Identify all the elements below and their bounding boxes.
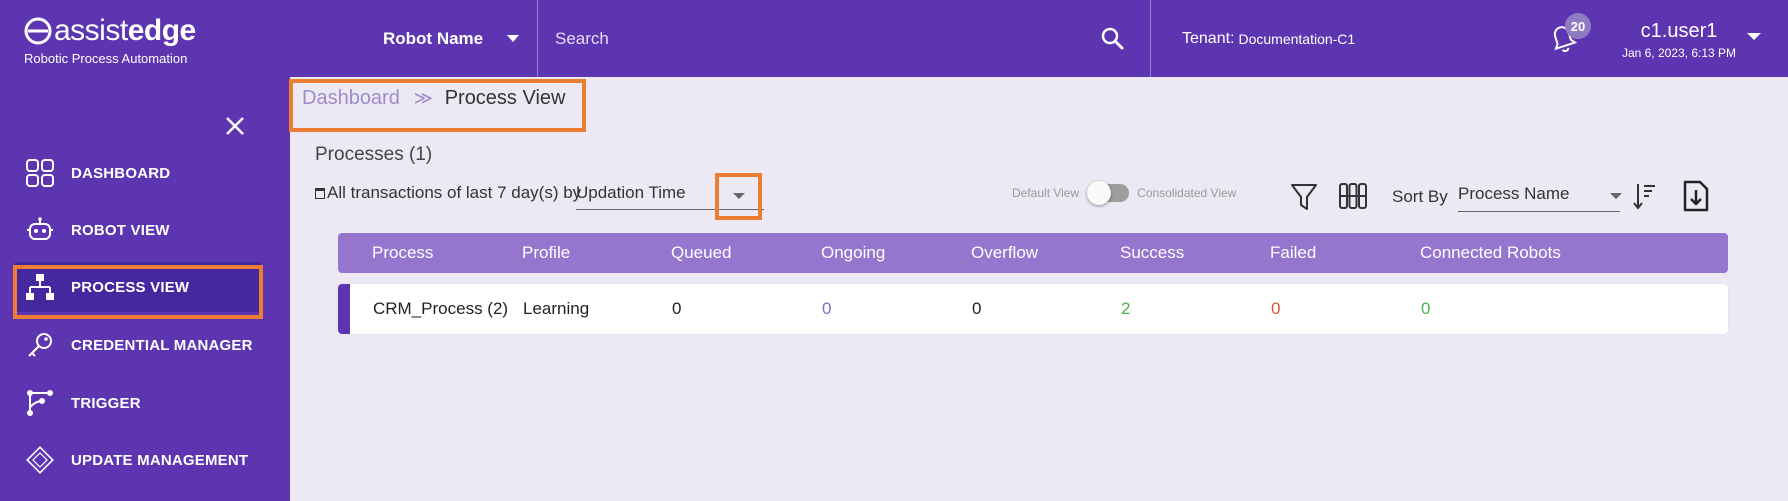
column-header-profile[interactable]: Profile <box>522 233 570 273</box>
close-icon[interactable] <box>224 101 246 145</box>
default-view-label: Default View <box>1012 186 1080 200</box>
logo-tagline: Robotic Process Automation <box>24 51 188 66</box>
sort-field-select[interactable]: Process Name <box>1458 182 1620 212</box>
sort-by-label: Sort By <box>1392 187 1448 206</box>
notification-badge[interactable]: 20 <box>1565 13 1591 39</box>
sort-field-value: Process Name <box>1458 184 1570 203</box>
table-header: Process Profile Queued Ongoing Overflow … <box>338 233 1728 273</box>
cell-failed: 0 <box>1271 299 1281 318</box>
sidebar-item-robot-view[interactable]: ROBOT VIEW <box>15 205 261 255</box>
toggle-knob <box>1087 181 1112 205</box>
trigger-icon <box>25 388 55 418</box>
view-toggle-switch[interactable] <box>1087 181 1130 205</box>
robot-select-label: Robot Name <box>383 28 484 48</box>
sidebar-item-update-management[interactable]: UPDATE MANAGEMENT <box>15 435 261 485</box>
column-header-queued[interactable]: Queued <box>671 233 732 273</box>
cell-connected-robots: 0 <box>1421 299 1431 318</box>
chip-icon <box>25 445 55 475</box>
calendar-icon <box>315 187 325 199</box>
sidebar-item-label: TRIGGER <box>71 394 141 412</box>
sidebar-item-label: UPDATE MANAGEMENT <box>71 451 249 469</box>
filter-text: All transactions of last 7 day(s) by <box>327 183 582 202</box>
chevron-down-icon[interactable] <box>1747 33 1761 40</box>
sidebar-item-credential-manager[interactable]: CREDENTIAL MANAGER <box>15 320 261 370</box>
logo-text-bold: edge <box>127 14 197 47</box>
transactions-filter: All transactions of last 7 day(s) by <box>315 183 581 203</box>
sidebar-item-trigger[interactable]: TRIGGER <box>15 378 261 428</box>
tenant-label: Tenant: <box>1182 29 1235 47</box>
table-row[interactable]: CRM_Process (2) Learning 0 0 0 2 0 0 <box>338 284 1728 334</box>
sidebar-item-label: DASHBOARD <box>71 164 171 182</box>
highlight-box <box>289 79 586 132</box>
sidebar-item-label: ROBOT VIEW <box>71 221 170 239</box>
columns-icon[interactable] <box>1338 182 1368 210</box>
main-content: Dashboard ≫ Process View Processes (1) A… <box>290 77 1788 501</box>
sidebar-item-dashboard[interactable]: DASHBOARD <box>15 148 261 198</box>
sidebar-item-label: CREDENTIAL MANAGER <box>71 336 253 354</box>
cell-profile: Learning <box>523 299 590 318</box>
column-header-success[interactable]: Success <box>1120 233 1184 273</box>
search-bar <box>555 0 1140 77</box>
cell-ongoing: 0 <box>822 299 832 318</box>
cell-queued: 0 <box>672 299 682 318</box>
column-header-overflow[interactable]: Overflow <box>971 233 1038 273</box>
column-header-process[interactable]: Process <box>372 233 433 273</box>
divider <box>1150 0 1151 77</box>
cell-process[interactable]: CRM_Process (2) <box>373 284 508 334</box>
highlight-box <box>13 265 263 319</box>
column-header-connected-robots[interactable]: Connected Robots <box>1420 233 1561 273</box>
chevron-down-icon <box>507 35 519 42</box>
assistedge-logo[interactable]: assist edge Robotic Process Automation <box>24 14 196 66</box>
top-bar: assist edge Robotic Process Automation Ro… <box>0 0 1788 77</box>
search-input[interactable] <box>555 28 1055 49</box>
column-header-failed[interactable]: Failed <box>1270 233 1316 273</box>
tenant-value: Documentation-C1 <box>1238 30 1356 47</box>
consolidated-view-label: Consolidated View <box>1137 186 1237 200</box>
highlight-box <box>715 173 762 220</box>
cell-overflow: 0 <box>972 299 982 318</box>
view-toggle-group: Default View Consolidated View <box>1012 181 1237 205</box>
cell-success: 2 <box>1121 299 1131 318</box>
export-icon[interactable] <box>1683 180 1709 212</box>
column-header-ongoing[interactable]: Ongoing <box>821 233 885 273</box>
search-icon[interactable] <box>1100 26 1124 50</box>
grid-icon <box>25 158 55 188</box>
sort-direction-icon[interactable] <box>1633 181 1657 211</box>
user-name: c1.user1 <box>1640 20 1718 42</box>
time-field-value: Updation Time <box>576 183 686 202</box>
tenant-info: Tenant: Documentation-C1 <box>1182 0 1355 77</box>
logo-text-light: assist <box>54 14 128 47</box>
page-title: Processes (1) <box>315 144 433 165</box>
chevron-down-icon[interactable] <box>1610 193 1622 199</box>
divider <box>537 0 538 77</box>
user-menu[interactable]: c1.user1 Jan 6, 2023, 6:13 PM <box>1614 20 1744 60</box>
key-icon <box>25 330 55 360</box>
robot-name-select[interactable]: Robot Name <box>383 0 537 77</box>
row-accent <box>338 284 350 334</box>
user-datetime: Jan 6, 2023, 6:13 PM <box>1621 46 1737 60</box>
filter-icon[interactable] <box>1290 182 1318 212</box>
robot-icon <box>25 215 55 245</box>
logo-e-icon <box>24 17 52 45</box>
